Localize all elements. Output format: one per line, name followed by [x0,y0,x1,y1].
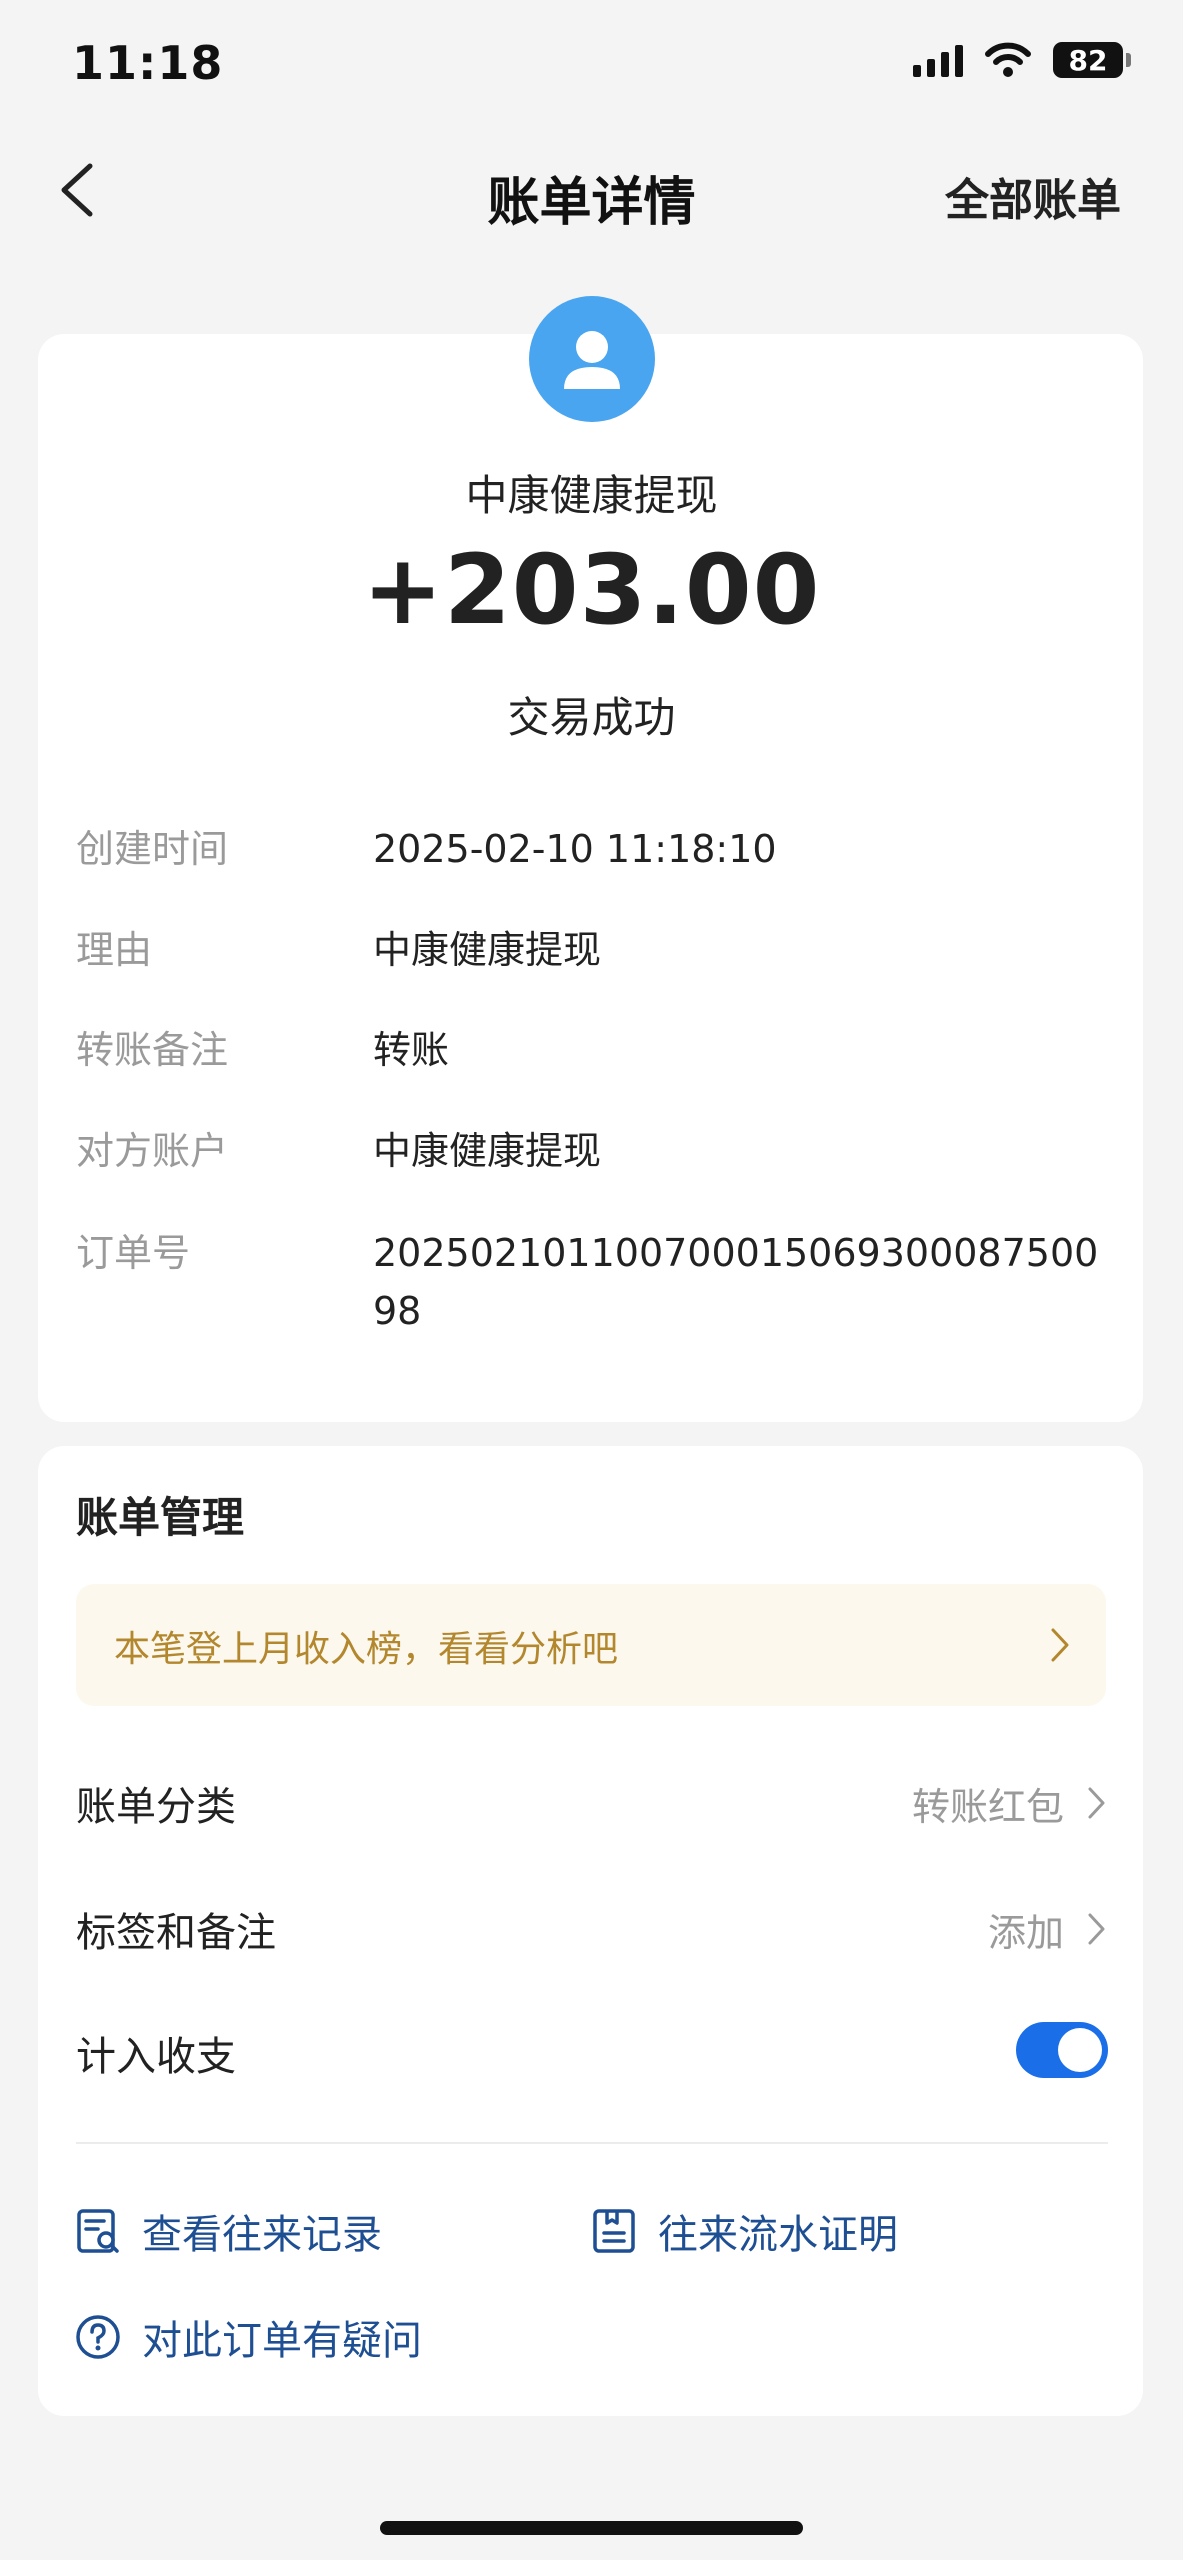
link-label: 查看往来记录 [142,2212,382,2258]
battery-icon: 82 [1053,42,1131,78]
link-label: 对此订单有疑问 [142,2318,422,2364]
all-bills-link[interactable]: 全部账单 [945,164,1121,228]
setting-label: 账单分类 [76,1784,236,1830]
wifi-icon [985,42,1031,77]
transaction-status: 交易成功 [507,693,676,742]
proof-icon [593,2209,635,2253]
setting-label: 标签和备注 [76,1910,276,1956]
detail-value: 2025-02-10 11:18:10 [373,827,777,871]
order-number-value: 20250210110070001506930008750098 [373,1231,1099,1333]
setting-value: 转账红包 [911,1785,1064,1829]
include-in-balance-row: 计入收支 [76,2016,1108,2086]
signal-icon [913,43,963,77]
status-icons: 82 [913,42,1131,78]
divider [76,2142,1108,2144]
home-indicator[interactable] [380,2521,803,2535]
bill-category-row[interactable]: 账单分类 转账红包 [76,1766,1108,1836]
merchant-name: 中康健康提现 [465,471,718,520]
status-time: 11:18 [72,36,224,90]
detail-value: 中康健康提现 [373,1129,602,1173]
link-label: 往来流水证明 [658,2212,898,2258]
income-rank-banner[interactable]: 本笔登上月收入榜，看看分析吧 [76,1584,1106,1706]
transaction-amount: +203.00 [362,534,821,646]
chevron-right-icon [1051,1628,1069,1662]
view-records-link[interactable]: 查看往来记录 [74,2202,382,2260]
detail-value: 中康健康提现 [373,928,602,972]
setting-value: 添加 [987,1911,1064,1955]
nav-bar: 账单详情 全部账单 [0,130,1183,250]
banner-text: 本笔登上月收入榜，看看分析吧 [114,1629,619,1670]
transaction-proof-link[interactable]: 往来流水证明 [590,2202,898,2260]
records-icon [77,2209,119,2253]
detail-label: 对方账户 [76,1129,229,1173]
detail-label: 订单号 [76,1231,191,1275]
chevron-right-icon [1088,1913,1105,1945]
tags-notes-row[interactable]: 标签和备注 添加 [76,1892,1108,1962]
detail-label: 转账备注 [76,1028,229,1072]
question-icon [76,2315,120,2359]
order-question-link[interactable]: 对此订单有疑问 [74,2308,422,2366]
chevron-right-icon [1088,1787,1105,1819]
setting-label: 计入收支 [76,2034,236,2080]
include-in-balance-toggle[interactable] [1016,2022,1108,2078]
detail-label: 创建时间 [76,827,229,871]
detail-label: 理由 [76,928,153,972]
user-avatar-icon [529,296,655,422]
toggle-knob [1058,2028,1102,2072]
section-title: 账单管理 [76,1493,245,1542]
status-bar: 11:18 82 [0,0,1183,130]
detail-value: 转账 [373,1028,450,1072]
